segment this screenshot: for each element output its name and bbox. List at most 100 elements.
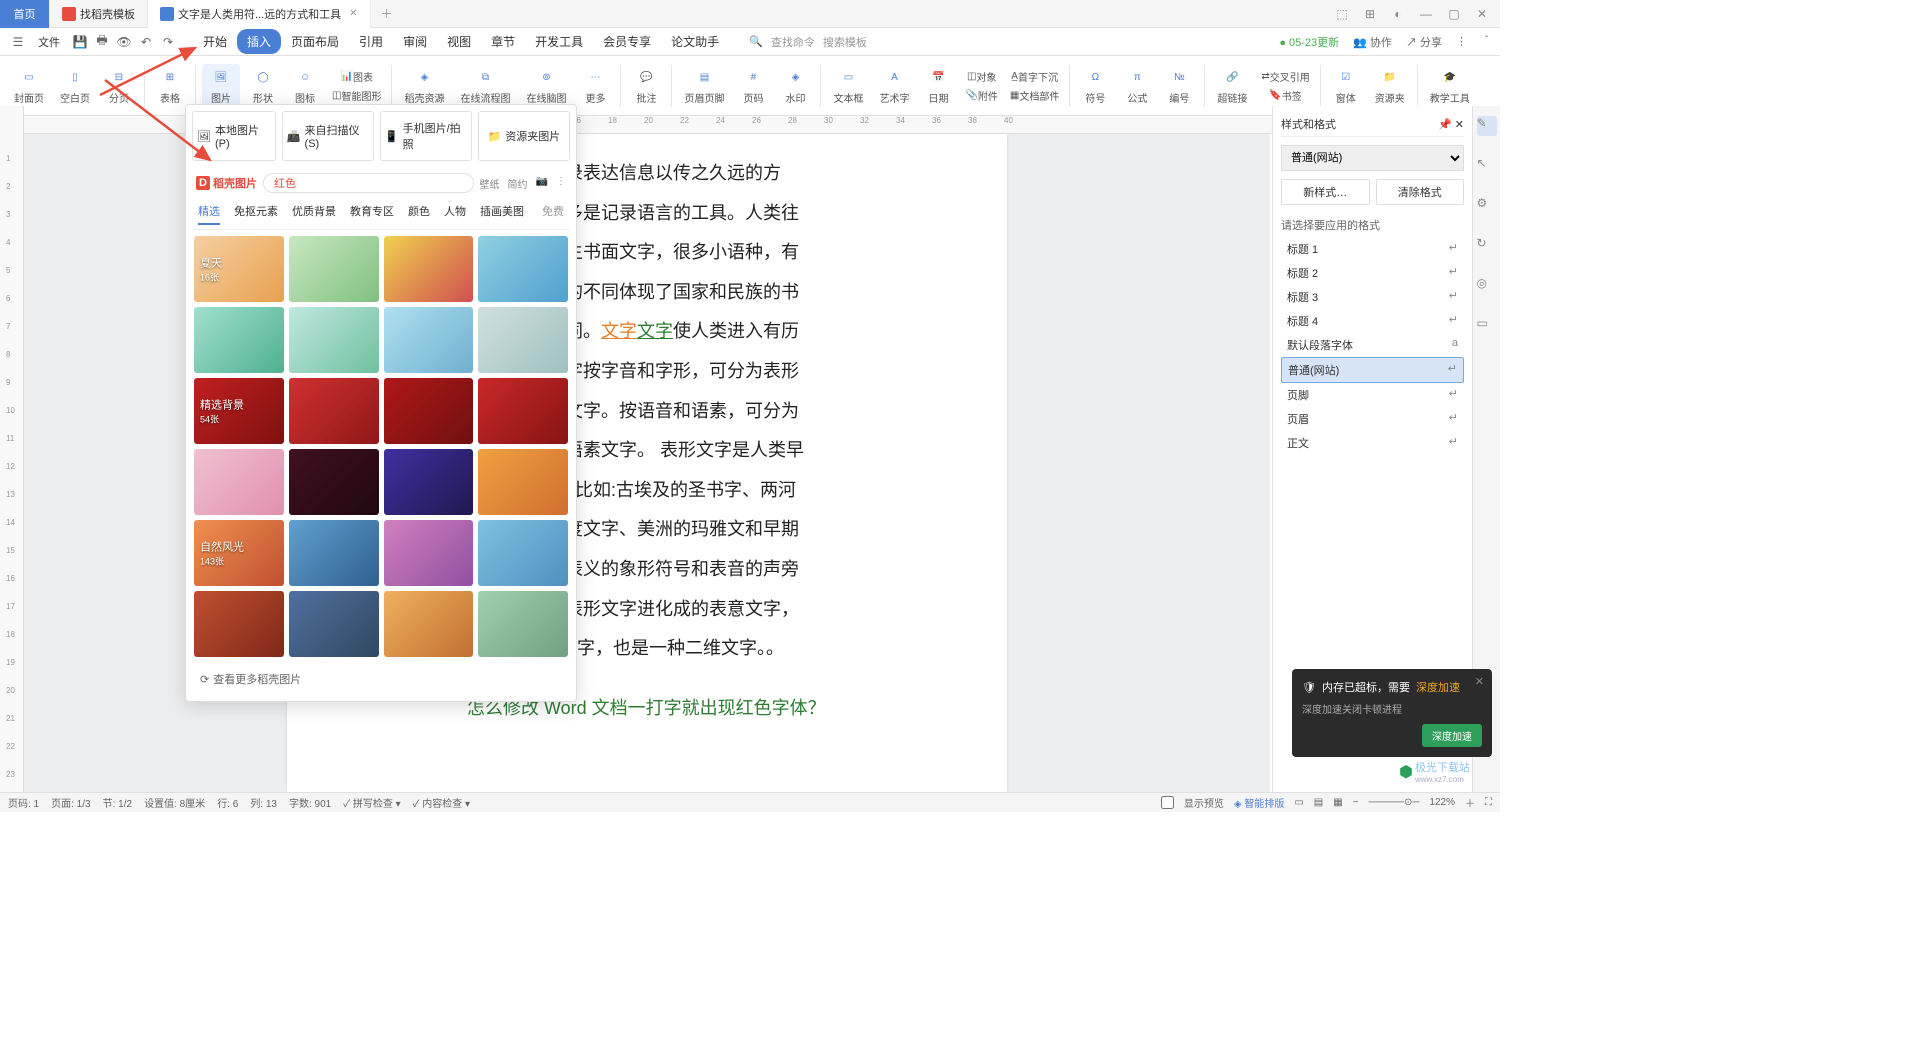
status-pos[interactable]: 设置值: 8厘米 [144, 795, 205, 810]
simple-opt[interactable]: 简约 [508, 176, 528, 191]
zoom-in-icon[interactable]: ＋ [1465, 795, 1475, 810]
more-icon[interactable]: ⋮ [556, 176, 566, 191]
rib-crossref[interactable]: ⇄交叉引用 [1257, 68, 1313, 85]
status-row[interactable]: 行: 6 [217, 795, 238, 810]
collab-button[interactable]: 👥 协作 [1353, 34, 1392, 50]
select-icon[interactable]: ↖ [1477, 156, 1497, 176]
wallpaper-opt[interactable]: 壁纸 [480, 176, 500, 191]
style-item[interactable]: 普通(网站)↵ [1281, 357, 1464, 383]
tab-illust[interactable]: 插画美图 [480, 203, 524, 225]
rib-cover[interactable]: ▭封面页 [8, 64, 50, 107]
book-icon[interactable]: ▭ [1477, 316, 1497, 336]
thumbnail[interactable] [384, 520, 474, 586]
user-icon[interactable]: ◐ [1390, 6, 1406, 22]
rib-formula[interactable]: π公式 [1118, 64, 1156, 107]
thumbnail[interactable] [289, 236, 379, 302]
status-words[interactable]: 字数: 901 [289, 795, 331, 810]
file-menu[interactable]: 文件 [30, 34, 68, 50]
thumbnail[interactable] [194, 449, 284, 515]
refresh-icon[interactable]: ↻ [1477, 236, 1497, 256]
rib-textbox[interactable]: ▭文本框 [827, 64, 869, 107]
phone-photo-button[interactable]: 📱手机图片/拍照 [380, 111, 472, 161]
layout-icon[interactable]: ⬚ [1334, 6, 1350, 22]
tab-featured[interactable]: 精选 [198, 203, 220, 225]
image-search[interactable] [263, 173, 474, 193]
rib-blank[interactable]: ▯空白页 [54, 64, 96, 107]
location-icon[interactable]: ◎ [1477, 276, 1497, 296]
thumbnail[interactable]: 自然风光143张 [194, 520, 284, 586]
tab-cutout[interactable]: 免抠元素 [234, 203, 278, 225]
smart-layout[interactable]: ◈ 智能排版 [1234, 795, 1284, 810]
camera-icon[interactable]: 📷 [536, 176, 548, 191]
rib-table[interactable]: ⊞表格 [151, 64, 189, 107]
menu-tab-view[interactable]: 视图 [437, 29, 481, 54]
tab-document[interactable]: 文字是人类用符...远的方式和工具✕ [148, 0, 371, 28]
thumbnail[interactable] [384, 378, 474, 444]
search-input[interactable] [263, 173, 474, 193]
view-more-link[interactable]: ⟳查看更多稻壳图片 [192, 663, 570, 695]
style-item[interactable]: 标题 4↵ [1281, 309, 1464, 333]
view-mode2-icon[interactable]: ▤ [1314, 797, 1323, 808]
pin-icon[interactable]: 📌 [1438, 118, 1452, 131]
fullscreen-icon[interactable]: ⛶ [1485, 797, 1492, 808]
rib-docparts[interactable]: ▦文档部件 [1006, 87, 1063, 104]
preview-checkbox[interactable] [1161, 796, 1174, 809]
zoom-out-icon[interactable]: − [1353, 797, 1359, 808]
preview-icon[interactable]: 👁 [114, 32, 134, 52]
menu-tab-dev[interactable]: 开发工具 [525, 29, 593, 54]
rib-smartart[interactable]: ◫智能图形 [328, 87, 385, 104]
status-pages[interactable]: 页面: 1/3 [51, 795, 90, 810]
tab-template[interactable]: 找稻壳模板 [50, 0, 148, 28]
thumbnail[interactable]: 夏天16张 [194, 236, 284, 302]
rib-date[interactable]: 📅日期 [919, 64, 957, 107]
close-icon[interactable]: ✕ [1455, 118, 1464, 131]
rib-watermark[interactable]: ◈水印 [776, 64, 814, 107]
rib-attach[interactable]: 📎附件 [961, 87, 1001, 104]
thumbnail[interactable] [478, 449, 568, 515]
settings-icon[interactable]: ⚙ [1477, 196, 1497, 216]
rib-dropcap[interactable]: A̲首字下沉 [1006, 68, 1063, 85]
style-item[interactable]: 标题 3↵ [1281, 285, 1464, 309]
rib-flowchart[interactable]: ⧉在线流程图 [454, 64, 516, 107]
thumbnail[interactable] [194, 307, 284, 373]
style-item[interactable]: 标题 1↵ [1281, 237, 1464, 261]
status-content[interactable]: ✓ 内容检查 ▾ [413, 795, 470, 810]
rib-shape[interactable]: ◯形状 [244, 64, 282, 107]
style-item[interactable]: 页脚↵ [1281, 383, 1464, 407]
style-item[interactable]: 标题 2↵ [1281, 261, 1464, 285]
undo-icon[interactable]: ↶ [136, 32, 156, 52]
grid-icon[interactable]: ⊞ [1362, 6, 1378, 22]
tab-close-icon[interactable]: ✕ [349, 8, 357, 19]
thumbnail[interactable] [478, 520, 568, 586]
tab-people[interactable]: 人物 [444, 203, 466, 225]
clear-format-button[interactable]: 清除格式 [1376, 179, 1465, 205]
tab-home[interactable]: 首页 [0, 0, 50, 28]
thumbnail[interactable] [289, 378, 379, 444]
new-style-button[interactable]: 新样式… [1281, 179, 1370, 205]
thumbnail[interactable]: 精选背景54张 [194, 378, 284, 444]
rib-docer[interactable]: ◈稻壳资源 [398, 64, 450, 107]
notif-close-icon[interactable]: ✕ [1475, 675, 1484, 688]
view-mode3-icon[interactable]: ▦ [1333, 797, 1342, 808]
rib-pagenum[interactable]: #页码 [734, 64, 772, 107]
rib-object[interactable]: ◫对象 [961, 68, 1001, 85]
search-cmd-label[interactable]: 查找命令 [771, 34, 815, 50]
more-icon[interactable]: ⋮ [1456, 35, 1467, 48]
accelerate-button[interactable]: 深度加速 [1422, 724, 1482, 747]
thumbnail[interactable] [384, 591, 474, 657]
new-tab-button[interactable]: ＋ [371, 5, 403, 22]
minimize-icon[interactable]: ― [1418, 6, 1434, 22]
hamburger-icon[interactable]: ☰ [8, 32, 28, 52]
menu-tab-member[interactable]: 会员专享 [593, 29, 661, 54]
rib-teaching[interactable]: 🎓教学工具 [1424, 64, 1476, 107]
rib-form[interactable]: ☑窗体 [1327, 64, 1365, 107]
search-tpl-label[interactable]: 搜索模板 [823, 34, 867, 50]
thumbnail[interactable] [194, 591, 284, 657]
rib-mindmap[interactable]: ⊚在线脑图 [520, 64, 572, 107]
tab-color[interactable]: 颜色 [408, 203, 430, 225]
rib-chart[interactable]: 📊图表 [328, 68, 385, 85]
thumbnail[interactable] [289, 591, 379, 657]
search-icon[interactable]: 🔍 [749, 35, 763, 48]
menu-tab-paper[interactable]: 论文助手 [661, 29, 729, 54]
print-icon[interactable]: 🖶 [92, 32, 112, 52]
